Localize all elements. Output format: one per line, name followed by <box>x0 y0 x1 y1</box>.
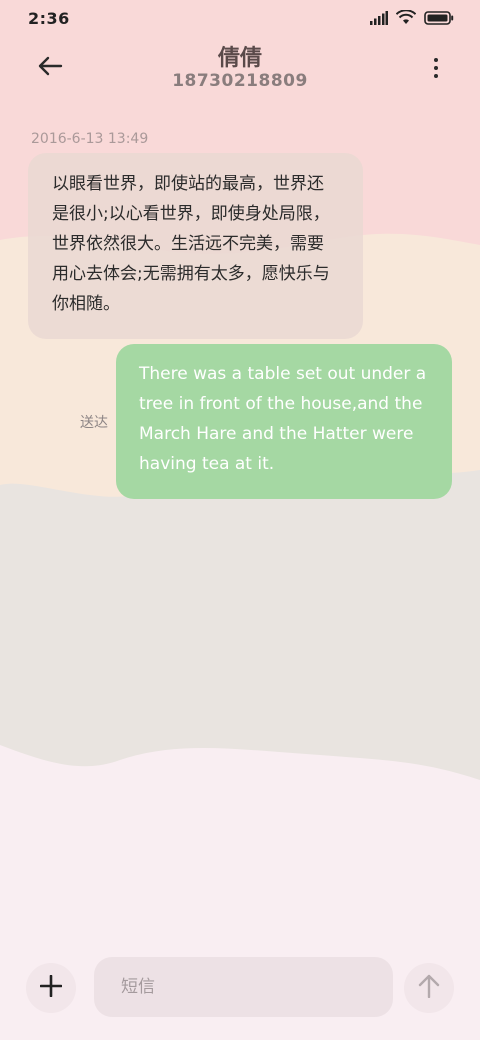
outgoing-message-bubble[interactable]: There was a table set out under a tree i… <box>116 344 452 499</box>
more-options-button[interactable] <box>428 54 444 82</box>
delivery-status: 送达 <box>80 415 108 431</box>
wifi-icon <box>395 9 417 29</box>
more-vertical-icon-dot <box>434 66 438 70</box>
status-icons <box>370 9 454 29</box>
contact-number: 18730218809 <box>172 71 308 91</box>
status-bar: 2:36 <box>0 0 480 38</box>
status-time: 2:36 <box>28 9 70 28</box>
incoming-message-bubble[interactable]: 以眼看世界，即使站的最高，世界还是很小;以心看世界，即使身处局限，世界依然很大。… <box>28 153 363 339</box>
message-timestamp: 2016-6-13 13:49 <box>31 131 149 147</box>
plus-icon <box>39 974 63 1001</box>
conversation-header: 倩倩 18730218809 <box>0 38 480 100</box>
message-composer <box>0 950 480 1030</box>
sms-input[interactable] <box>94 957 393 1017</box>
more-vertical-icon-dot <box>434 74 438 78</box>
send-arrow-icon <box>418 974 440 1002</box>
attach-button[interactable] <box>26 963 76 1013</box>
contact-name: 倩倩 <box>217 46 262 71</box>
signal-icon <box>370 10 388 29</box>
more-vertical-icon-dot <box>434 58 438 62</box>
battery-icon <box>424 10 454 29</box>
send-button[interactable] <box>404 963 454 1013</box>
